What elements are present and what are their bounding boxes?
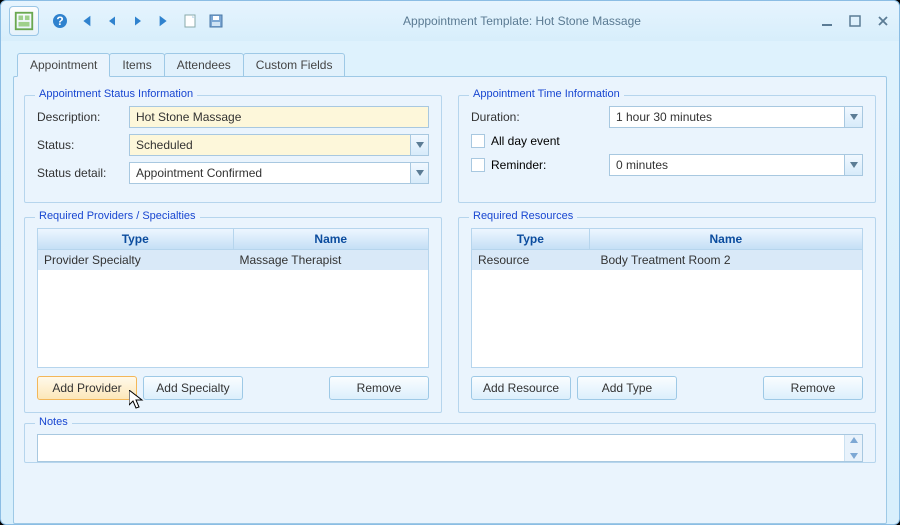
notes-group-title: Notes [35, 416, 72, 428]
status-label: Status: [37, 138, 129, 152]
description-label: Description: [37, 110, 129, 124]
first-icon[interactable] [77, 12, 95, 30]
resources-remove-button[interactable]: Remove [763, 376, 863, 400]
maximize-icon[interactable] [847, 14, 863, 28]
table-row[interactable]: Resource Body Treatment Room 2 [472, 250, 862, 270]
prev-icon[interactable] [103, 12, 121, 30]
window-title: Apppointment Template: Hot Stone Massage [225, 14, 819, 28]
minimize-icon[interactable] [819, 14, 835, 28]
chevron-down-icon[interactable] [844, 107, 862, 127]
help-icon[interactable]: ? [51, 12, 69, 30]
tab-attendees[interactable]: Attendees [164, 53, 244, 77]
resources-th-type[interactable]: Type [472, 229, 590, 250]
tabs: Appointment Items Attendees Custom Field… [17, 53, 887, 77]
duration-value: 1 hour 30 minutes [610, 110, 844, 124]
resources-table: Type Name Resource Body Treatment Room 2 [471, 228, 863, 368]
status-group-title: Appointment Status Information [35, 88, 197, 100]
close-icon[interactable] [875, 14, 891, 28]
notes-textarea[interactable] [37, 434, 863, 462]
providers-group-title: Required Providers / Specialties [35, 210, 200, 222]
tab-appointment[interactable]: Appointment [17, 53, 110, 77]
app-window: ? Apppointment Template: Hot Stone Massa… [0, 0, 900, 525]
reminder-checkbox[interactable] [471, 158, 485, 172]
allday-label: All day event [491, 134, 560, 148]
status-group: Appointment Status Information Descripti… [24, 95, 442, 203]
duration-label: Duration: [471, 110, 609, 124]
status-value: Scheduled [130, 138, 410, 152]
next-icon[interactable] [129, 12, 147, 30]
scroll-down-icon[interactable] [850, 453, 858, 459]
time-group: Appointment Time Information Duration: 1… [458, 95, 876, 203]
reminder-label: Reminder: [491, 158, 546, 172]
resources-row-type: Resource [472, 250, 595, 270]
scrollbar[interactable] [844, 435, 862, 461]
resources-group: Required Resources Type Name Resource Bo… [458, 217, 876, 413]
providers-row-name: Massage Therapist [234, 250, 429, 270]
titlebar: ? Apppointment Template: Hot Stone Massa… [1, 1, 899, 41]
providers-table: Type Name Provider Specialty Massage The… [37, 228, 429, 368]
status-dropdown[interactable]: Scheduled [129, 134, 429, 156]
chevron-down-icon[interactable] [844, 155, 862, 175]
app-icon [9, 6, 39, 36]
toolbar: ? [51, 12, 225, 30]
providers-th-name[interactable]: Name [234, 229, 429, 250]
chevron-down-icon[interactable] [410, 163, 428, 183]
reminder-dropdown[interactable]: 0 minutes [609, 154, 863, 176]
chevron-down-icon[interactable] [410, 135, 428, 155]
resources-row-name: Body Treatment Room 2 [595, 250, 863, 270]
providers-group: Required Providers / Specialties Type Na… [24, 217, 442, 413]
status-detail-dropdown[interactable]: Appointment Confirmed [129, 162, 429, 184]
duration-dropdown[interactable]: 1 hour 30 minutes [609, 106, 863, 128]
resources-group-title: Required Resources [469, 210, 577, 222]
tab-custom-fields[interactable]: Custom Fields [243, 53, 346, 77]
tab-items[interactable]: Items [109, 53, 164, 77]
add-specialty-button[interactable]: Add Specialty [143, 376, 243, 400]
table-row[interactable]: Provider Specialty Massage Therapist [38, 250, 428, 270]
tab-panel: Appointment Status Information Descripti… [13, 76, 887, 524]
status-detail-label: Status detail: [37, 166, 129, 180]
providers-remove-button[interactable]: Remove [329, 376, 429, 400]
svg-text:?: ? [56, 14, 63, 28]
reminder-value: 0 minutes [610, 158, 844, 172]
providers-row-type: Provider Specialty [38, 250, 234, 270]
providers-th-type[interactable]: Type [38, 229, 234, 250]
scroll-up-icon[interactable] [850, 437, 858, 443]
time-group-title: Appointment Time Information [469, 88, 624, 100]
add-provider-button[interactable]: Add Provider [37, 376, 137, 400]
window-controls [819, 14, 891, 28]
resources-th-name[interactable]: Name [590, 229, 862, 250]
description-input[interactable] [129, 106, 429, 128]
last-icon[interactable] [155, 12, 173, 30]
allday-checkbox[interactable] [471, 134, 485, 148]
status-detail-value: Appointment Confirmed [130, 166, 410, 180]
add-type-button[interactable]: Add Type [577, 376, 677, 400]
content: Appointment Items Attendees Custom Field… [1, 41, 899, 524]
add-resource-button[interactable]: Add Resource [471, 376, 571, 400]
save-icon[interactable] [207, 12, 225, 30]
new-icon[interactable] [181, 12, 199, 30]
notes-group: Notes [24, 423, 876, 463]
